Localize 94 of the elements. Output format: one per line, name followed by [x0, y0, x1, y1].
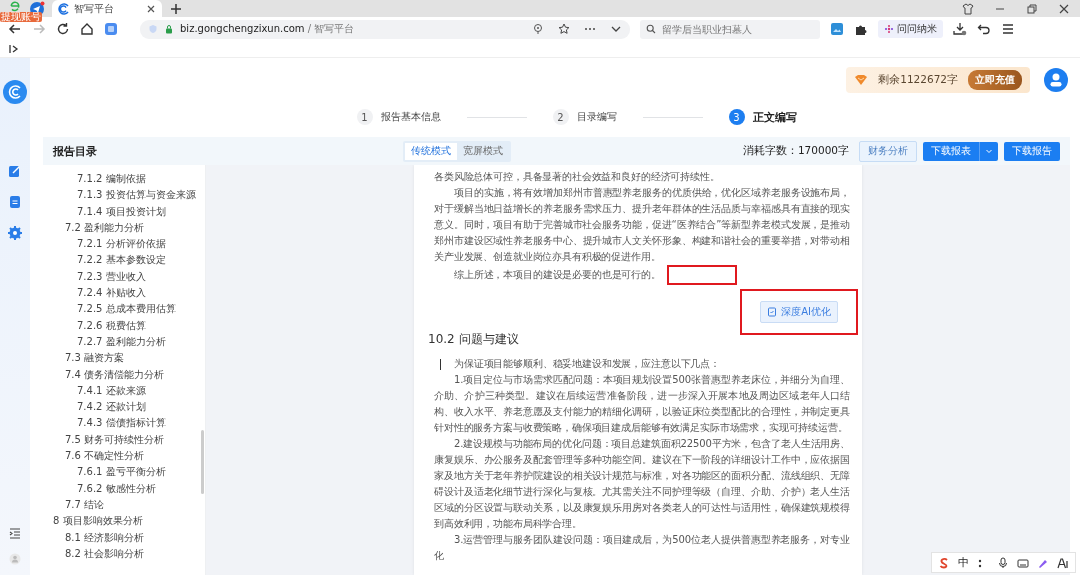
toc-item[interactable]: 7.2.6 税费估算 [43, 317, 201, 334]
toc-item[interactable]: 7.2.2 基本参数设定 [43, 252, 201, 269]
back-icon[interactable] [8, 22, 22, 36]
paragraph: 各类风险总体可控，具备显著的社会效益和良好的经济可持续性。 [434, 170, 721, 184]
paragraph: 3.运营管理与服务团队建设问题：项目建成后，为500位老人提供普惠型养老服务，对专业化 [434, 533, 850, 563]
quota-text: 剩余1122672字 [878, 73, 958, 87]
document-icon[interactable] [8, 195, 22, 209]
search-field[interactable]: 留学后当职业扫墓人 [640, 19, 820, 39]
url-text: biz.gongchengzixun.com / 智写平台 [180, 22, 355, 36]
sidebar-toggle-icon[interactable] [8, 43, 20, 55]
mode-tab[interactable]: 宽屏模式 [457, 142, 509, 160]
toc-item[interactable]: 7.7 结论 [43, 496, 201, 514]
account-badge: 提现账号 [0, 11, 42, 22]
assistant-button[interactable]: 问问纳米 [878, 20, 943, 38]
panel-title: 报告目录 [53, 143, 98, 159]
dropdown-button[interactable] [979, 141, 998, 161]
tab-title: 智写平台 [74, 1, 115, 16]
document-icon [767, 307, 778, 317]
input-mode-toggle[interactable]: 中 [958, 555, 969, 570]
toc-item[interactable]: 7.5 财务可持续性分析 [43, 431, 201, 449]
download-icon[interactable] [953, 22, 967, 36]
step-label: 报告基本信息 [380, 110, 441, 124]
step-number: 3 [728, 109, 745, 125]
settings-icon[interactable] [8, 226, 22, 240]
microphone-icon[interactable] [997, 556, 1009, 569]
toc-item[interactable]: 7.3 融资方案 [43, 350, 201, 367]
search-icon [646, 24, 656, 34]
usage-text: 消耗字数：170000字 [742, 144, 849, 158]
download-report-button[interactable]: 下载报告 [1004, 141, 1060, 161]
shirt-icon[interactable] [962, 2, 974, 15]
toc-item[interactable]: 7.4.2 还款计划 [43, 399, 201, 416]
ai-app-icon[interactable] [104, 22, 118, 36]
close-icon[interactable] [146, 3, 156, 14]
toc-item[interactable]: 7.4 债务清偿能力分析 [43, 366, 201, 383]
step-number: 1 [356, 109, 373, 125]
location-pin-icon[interactable] [532, 23, 544, 35]
step-number: 2 [552, 109, 569, 125]
home-icon[interactable] [80, 22, 94, 36]
toc-item[interactable]: 7.1.2 编制依据 [43, 171, 201, 188]
keyboard-icon[interactable] [1017, 556, 1029, 569]
toc-item[interactable]: 7.2.3 营业收入 [43, 268, 201, 286]
toc-item[interactable]: 7.2 盈利能力分析 [43, 219, 201, 237]
step-label: 目录编写 [576, 110, 617, 124]
image-icon[interactable] [830, 22, 844, 36]
section-heading: 10.2 问题与建议 [428, 331, 520, 348]
site-logo-icon [58, 2, 70, 15]
star-icon[interactable] [558, 23, 570, 35]
sparkle-icon [884, 24, 894, 34]
highlight-frame [666, 265, 737, 285]
avatar-icon[interactable] [1044, 68, 1068, 92]
ai-icon [1057, 556, 1069, 569]
browser-tab[interactable]: 智写平台 [52, 0, 162, 18]
outline-icon[interactable] [9, 527, 21, 539]
step-label: 正文编写 [752, 109, 797, 125]
toc-item[interactable]: 7.2.4 补贴收入 [43, 285, 201, 302]
close-icon[interactable] [1058, 2, 1070, 15]
ai-toggle[interactable] [1057, 556, 1069, 569]
recharge-button[interactable]: 立即充值 [968, 70, 1022, 90]
caret-icon [985, 147, 993, 155]
undo-icon[interactable] [977, 22, 991, 36]
paragraph: 2.建设规模与功能布局的优化问题：项目总建筑面积22500平方米，包含了老人生活用房、康复娱乐、办公服务及配套管理等多种功能空间。建议在下一阶段的详细设计工作中，应依据国家及地方关于老年养护院建设的相关设计规范与标准，对各功能区的面积分配、流线组织、无障碍设计及适老化细节进行深化与复核。尤其需关注不同护理等级（自理、介助、介护）老人生活区域的分区设置与联动关系，以及康复娱乐用房对各类老人的可达性与适用性，确保建筑规模得到高效利用，功能布局科学合理。 [434, 437, 850, 531]
scrollbar-thumb[interactable] [201, 430, 204, 494]
toc-item[interactable]: 7.4.3 偿债指标计算 [43, 415, 201, 432]
toc-item[interactable]: 7.2.5 总成本费用估算 [43, 301, 201, 318]
mode-tab[interactable]: 传统模式 [405, 142, 457, 160]
toc-item[interactable]: 7.2.1 分析评价依据 [43, 236, 201, 253]
toc-item[interactable]: 7.6.1 盈亏平衡分析 [43, 464, 201, 481]
edit-icon[interactable] [8, 164, 22, 178]
toc-item[interactable]: 7.2.7 盈利能力分析 [43, 333, 201, 351]
restore-icon[interactable] [1026, 2, 1038, 15]
download-sheet-button[interactable]: 下载报表 [923, 141, 979, 161]
reload-icon[interactable] [56, 22, 70, 36]
toc-item[interactable]: 7.4.1 还款来源 [43, 382, 201, 400]
ai-optimize-button[interactable]: 深度AI优化 [760, 301, 838, 323]
paragraph: 项目的实施，将有效增加郑州市普惠型养老服务的优质供给，优化区域养老服务设施布局，对于缓解当地日益增长的养老服务需求压力、提升老年群体的生活品质与幸福感具有直接的现实意义。同时，项目有助于完善城市社会服务功能，促进“医养结合”等新型养老模式发展，是推动郑州市建设区域性养老服务中心、提升城市人文关怀形象、构建和谐社会的重要举措，对带动相关产业发展、创造就业岗位亦具有积极的促进作用。 [434, 186, 850, 264]
shield-icon [148, 24, 158, 34]
toc-item[interactable]: 7.1.4 项目投资计划 [43, 203, 201, 220]
analysis-button[interactable]: 财务分析 [859, 140, 917, 162]
toc-item[interactable]: 8.2 社会影响分析 [43, 545, 201, 563]
ime-logo-icon[interactable] [938, 556, 950, 569]
menu-icon[interactable] [1001, 22, 1015, 36]
paragraph: 1.项目定位与市场需求匹配问题：本项目规划设置500张普惠型养老床位，并细分为自理、介助、介护三种类型。建议在后续运营准备阶段，进一步深入开展本地及周边区域老年人口结构、收入水平、养老意愿及支付能力的精细化调研，以验证床位类型配比的合理性，并制定更具针对性的服务方案与收费策略，确保项目建成后能够有效满足实际市场需求，实现可持续运营。 [434, 373, 850, 435]
app-logo-icon[interactable] [3, 80, 27, 104]
toc-item[interactable]: 7.6 不确定性分析 [43, 448, 201, 465]
toc-item[interactable]: 7.1.3 投资估算与资金来源 [43, 187, 201, 204]
toc-item[interactable]: 8 项目影响效果分析 [43, 513, 201, 530]
paragraph: 综上所述，本项目的建设是必要的也是可行的。 [434, 265, 850, 285]
gem-icon [854, 73, 869, 87]
toc-item[interactable]: 7.6.2 敏感性分析 [43, 480, 201, 497]
lock-icon [164, 24, 174, 34]
new-tab-icon[interactable] [170, 2, 182, 15]
address-bar[interactable]: biz.gongchengzixun.com / 智写平台 [140, 19, 630, 39]
paragraph: 为保证项目能够顺利、稳妥地建设和发展，应注意以下几点： [434, 356, 850, 372]
toc-item[interactable]: 8.1 经济影响分析 [43, 529, 201, 546]
